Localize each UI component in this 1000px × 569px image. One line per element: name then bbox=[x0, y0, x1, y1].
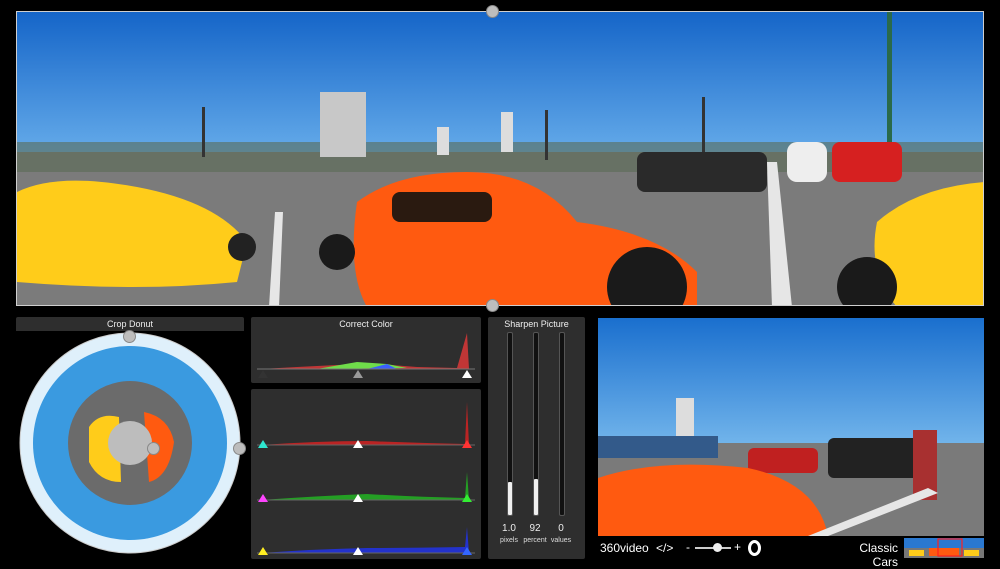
donut-radius-handle[interactable] bbox=[233, 442, 246, 455]
top-crop-handle[interactable] bbox=[486, 5, 499, 18]
output-preview-image bbox=[598, 318, 984, 536]
red-max-handle[interactable] bbox=[462, 440, 472, 448]
red-min-handle[interactable] bbox=[258, 440, 268, 448]
zoom-slider[interactable] bbox=[695, 543, 731, 552]
crop-donut-panel: Crop Donut bbox=[16, 317, 246, 559]
zoom-slider-knob[interactable] bbox=[713, 543, 722, 552]
values-slider[interactable] bbox=[559, 332, 565, 516]
pixels-slider-fill bbox=[508, 482, 512, 515]
zoom-out-button[interactable]: - bbox=[686, 540, 690, 554]
percent-slider[interactable] bbox=[533, 332, 539, 516]
bottom-crop-handle[interactable] bbox=[486, 299, 499, 312]
blue-min-handle[interactable] bbox=[258, 547, 268, 555]
thumbnail-image bbox=[904, 538, 984, 558]
zoom-in-button[interactable]: + bbox=[734, 540, 741, 554]
correct-color-panel: Correct Color bbox=[251, 317, 481, 383]
panorama-viewer[interactable] bbox=[16, 11, 984, 306]
gamma-handle[interactable] bbox=[353, 370, 363, 378]
white-point-handle[interactable] bbox=[462, 370, 472, 378]
output-preview[interactable] bbox=[598, 318, 984, 536]
embed-code-button[interactable]: </> bbox=[656, 541, 673, 555]
panorama-image bbox=[17, 12, 983, 305]
blue-max-handle[interactable] bbox=[462, 547, 472, 555]
thumbnail-strip[interactable] bbox=[904, 538, 984, 558]
donut-inner-handle[interactable] bbox=[147, 442, 160, 455]
values-caption: values bbox=[550, 537, 572, 544]
luminance-histogram bbox=[257, 333, 475, 370]
sharpen-title: Sharpen Picture bbox=[504, 319, 569, 329]
vr-mode-icon[interactable] bbox=[748, 540, 761, 556]
rgb-histograms bbox=[257, 402, 475, 554]
video-title: Classic Cars bbox=[859, 541, 898, 569]
pixels-slider[interactable] bbox=[507, 332, 513, 516]
red-mid-handle[interactable] bbox=[353, 440, 363, 448]
black-point-handle[interactable] bbox=[258, 370, 268, 378]
green-min-handle[interactable] bbox=[258, 494, 268, 502]
values-value: 0 bbox=[558, 523, 564, 534]
percent-slider-fill bbox=[534, 479, 538, 515]
sharpen-panel: Sharpen Picture 1.0 92 0 pixels percent … bbox=[488, 317, 585, 559]
brand-label[interactable]: 360video bbox=[600, 541, 649, 555]
blue-mid-handle[interactable] bbox=[353, 547, 363, 555]
bottom-toolbar: 360video </> - + Classic Cars bbox=[598, 538, 984, 569]
green-max-handle[interactable] bbox=[462, 494, 472, 502]
rgb-levels-panel bbox=[251, 389, 481, 559]
donut-preview[interactable] bbox=[19, 332, 241, 554]
green-mid-handle[interactable] bbox=[353, 494, 363, 502]
correct-color-title: Correct Color bbox=[339, 319, 393, 329]
crop-donut-title: Crop Donut bbox=[106, 319, 154, 329]
donut-outer-handle[interactable] bbox=[123, 330, 136, 343]
